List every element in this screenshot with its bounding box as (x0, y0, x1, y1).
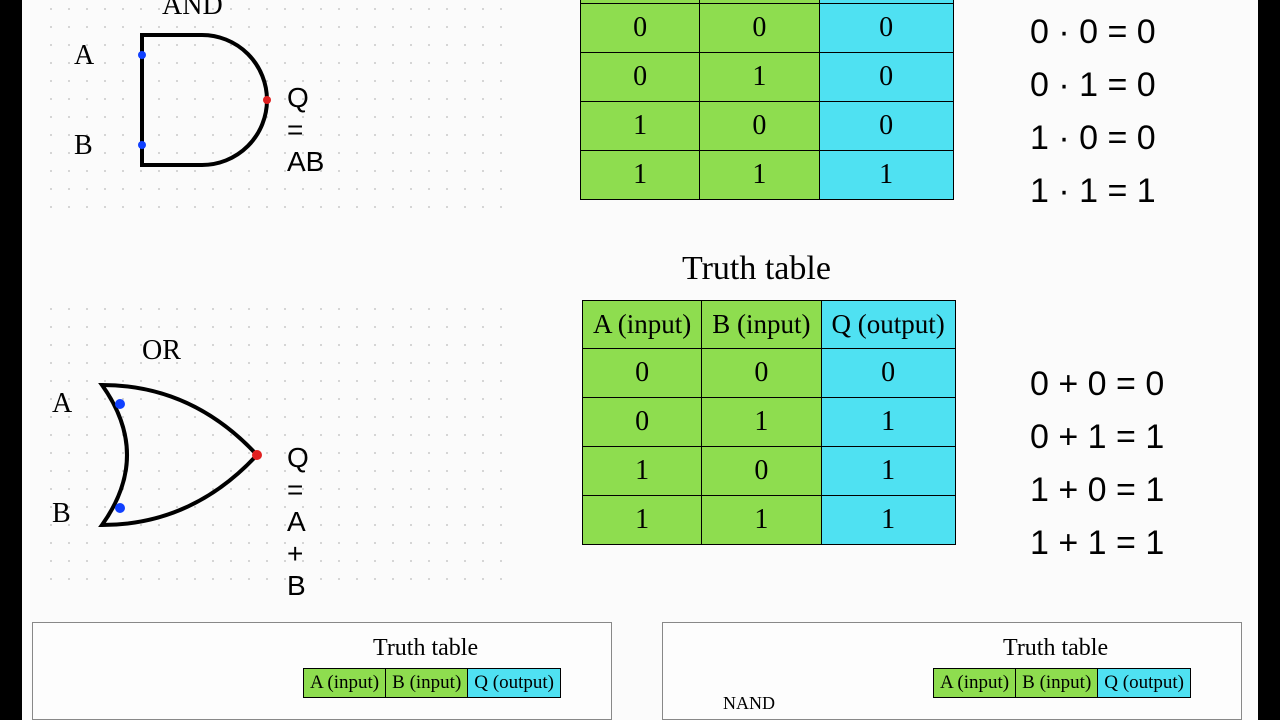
and-equation: Q = AB (287, 82, 324, 178)
bottom-left-panel: Truth table A (input) B (input) Q (outpu… (32, 622, 612, 720)
bottom-left-truth-header: A (input) B (input) Q (output) (303, 668, 561, 698)
or-gate-icon (82, 370, 282, 540)
or-truth-header-row: A (input) B (input) Q (output) (583, 301, 956, 349)
table-row: 011 (583, 398, 956, 447)
and-equation-list: 0 · 0 = 0 0 · 1 = 0 1 · 0 = 0 1 · 1 = 1 (1030, 6, 1156, 218)
table-row: 100 (581, 102, 954, 151)
bottom-left-title: Truth table (373, 635, 478, 662)
or-truth-title: Truth table (682, 250, 831, 288)
and-gate-name: AND (162, 0, 223, 22)
table-row: 000 (583, 349, 956, 398)
nand-label: NAND (723, 693, 775, 714)
or-equation-list: 0 + 0 = 0 0 + 1 = 1 1 + 0 = 1 1 + 1 = 1 (1030, 358, 1164, 570)
table-row: 000 (581, 4, 954, 53)
and-eq-row: 1 · 0 = 0 (1030, 112, 1156, 165)
or-eq-row: 0 + 1 = 1 (1030, 411, 1164, 464)
and-truth-table: A (input) B (input) Q (output) 000 010 1… (580, 0, 954, 200)
and-eq-row: 0 · 0 = 0 (1030, 6, 1156, 59)
or-eq-row: 1 + 1 = 1 (1030, 517, 1164, 570)
page: AND A B Q = AB A (input) B (input) Q (ou… (22, 0, 1258, 720)
and-input-a-label: A (74, 40, 94, 72)
table-row: 010 (581, 53, 954, 102)
and-gate-icon (112, 20, 292, 180)
and-eq-row: 0 · 1 = 0 (1030, 59, 1156, 112)
table-row: 101 (583, 447, 956, 496)
table-row: 111 (583, 496, 956, 545)
table-row: 111 (581, 151, 954, 200)
or-gate-name: OR (142, 335, 181, 367)
or-th-a: A (input) (583, 301, 702, 349)
bottom-right-truth-header: A (input) B (input) Q (output) (933, 668, 1191, 698)
bottom-right-title: Truth table (1003, 635, 1108, 662)
and-eq-row: 1 · 1 = 1 (1030, 165, 1156, 218)
and-input-b-label: B (74, 130, 93, 162)
or-th-b: B (input) (702, 301, 821, 349)
or-eq-row: 0 + 0 = 0 (1030, 358, 1164, 411)
or-eq-row: 1 + 0 = 1 (1030, 464, 1164, 517)
bottom-right-panel: Truth table NAND A (input) B (input) Q (… (662, 622, 1242, 720)
or-input-a-label: A (52, 388, 72, 420)
or-truth-table: A (input) B (input) Q (output) 000 011 1… (582, 300, 956, 545)
or-equation: Q = A + B (287, 442, 309, 602)
or-th-q: Q (output) (821, 301, 955, 349)
or-input-b-label: B (52, 498, 71, 530)
